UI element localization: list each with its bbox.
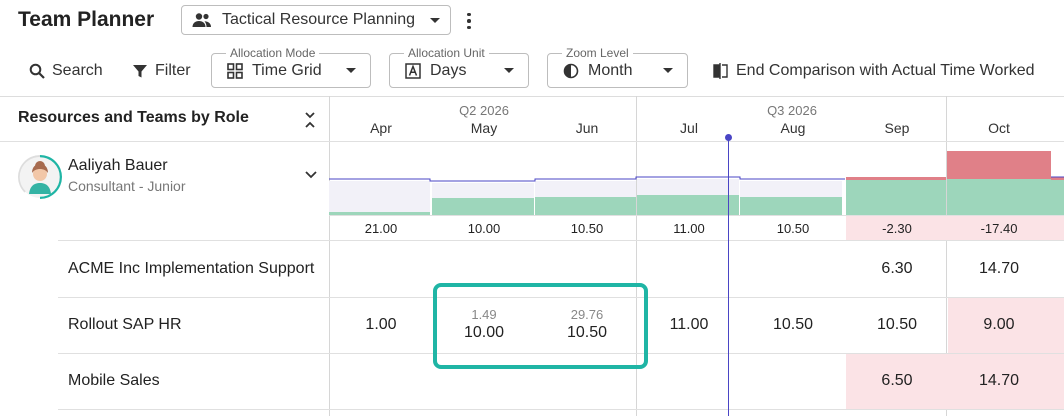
month-header: Apr (370, 120, 392, 136)
month-header: Aug (780, 120, 806, 136)
filter-label: Filter (155, 62, 191, 79)
total-cell: 10.50 (776, 221, 810, 236)
month-header: Jun (575, 120, 599, 136)
total-cell: 10.00 (467, 221, 501, 236)
total-cell: -17.40 (980, 221, 1018, 236)
allocation-mode-legend: Allocation Mode (226, 46, 320, 60)
allocation-cell[interactable]: 14.70 (947, 372, 1051, 390)
search-button[interactable]: Search (28, 60, 103, 82)
allocation-unit-legend: Allocation Unit (404, 46, 489, 60)
allocation-unit-select[interactable]: Allocation Unit Days (389, 46, 529, 88)
search-icon (28, 62, 46, 80)
resource-name[interactable]: Aaliyah Bauer (68, 157, 168, 175)
resource-role: Consultant - Junior (68, 178, 186, 194)
month-header: Jul (680, 120, 698, 136)
planner-select[interactable]: Tactical Resource Planning (181, 5, 451, 35)
planner-select-label: Tactical Resource Planning (222, 11, 415, 28)
allocation-cell[interactable]: 9.00 (947, 316, 1051, 334)
allocation-mode-select[interactable]: Allocation Mode Time Grid (211, 46, 371, 88)
allocation-chart (329, 151, 1064, 215)
quarter-header-q2: Q2 2026 (459, 103, 509, 118)
allocation-cell[interactable]: 14.70 (947, 260, 1051, 278)
people-icon (192, 10, 212, 30)
allocation-cell[interactable]: 11.00 (637, 316, 741, 334)
total-cell: 11.00 (673, 221, 705, 236)
allocation-cell[interactable]: 10.50 (845, 316, 949, 334)
row-border (58, 409, 1064, 410)
zoom-level-legend: Zoom Level (562, 46, 633, 60)
today-marker-dot (725, 134, 732, 141)
search-label: Search (52, 62, 103, 79)
chevron-down-icon (430, 17, 440, 23)
chevron-down-icon (663, 68, 673, 73)
end-comparison-button[interactable]: End Comparison with Actual Time Worked (712, 60, 1035, 82)
allocation-unit-value: Days (430, 61, 467, 79)
column-separator (329, 96, 330, 416)
selection-highlight (433, 283, 648, 369)
filter-icon (131, 62, 149, 80)
resources-header: Resources and Teams by Role (18, 109, 249, 126)
allocation-mode-value: Time Grid (252, 61, 322, 79)
collapse-all-icon[interactable] (303, 110, 317, 130)
task-name[interactable]: Rollout SAP HR (68, 316, 182, 334)
compare-icon (712, 62, 730, 80)
header-bottom-border (0, 141, 1064, 142)
row-border (58, 240, 1064, 241)
allocation-cell[interactable]: 1.00 (329, 316, 433, 334)
more-options-icon[interactable] (462, 10, 476, 32)
total-cell: 21.00 (364, 221, 398, 236)
chevron-down-icon (504, 68, 514, 73)
today-marker-line (728, 137, 729, 416)
zoom-level-value: Month (588, 61, 633, 79)
grid-icon (226, 62, 244, 80)
quarter-header-q3: Q3 2026 (767, 103, 817, 118)
page-title: Team Planner (18, 8, 155, 31)
avatar (18, 155, 62, 199)
month-header: Oct (988, 120, 1010, 136)
month-header: May (470, 120, 498, 136)
grid-top-border (0, 96, 1064, 97)
month-header: Sep (884, 120, 910, 136)
chevron-down-icon (346, 68, 356, 73)
task-name[interactable]: Mobile Sales (68, 372, 160, 390)
end-comparison-label: End Comparison with Actual Time Worked (736, 62, 1035, 79)
filter-button[interactable]: Filter (131, 60, 191, 82)
allocation-cell[interactable]: 6.30 (845, 260, 949, 278)
total-cell: 10.50 (570, 221, 604, 236)
allocation-cell[interactable]: 6.50 (845, 372, 949, 390)
letter-a-box-icon (404, 62, 422, 80)
zoom-level-select[interactable]: Zoom Level Month (547, 46, 688, 88)
total-cell: -2.30 (882, 221, 912, 236)
allocation-cell[interactable]: 10.50 (741, 316, 845, 334)
chevron-down-icon[interactable] (304, 170, 318, 180)
task-name[interactable]: ACME Inc Implementation Support (68, 260, 314, 278)
contrast-icon (562, 62, 580, 80)
